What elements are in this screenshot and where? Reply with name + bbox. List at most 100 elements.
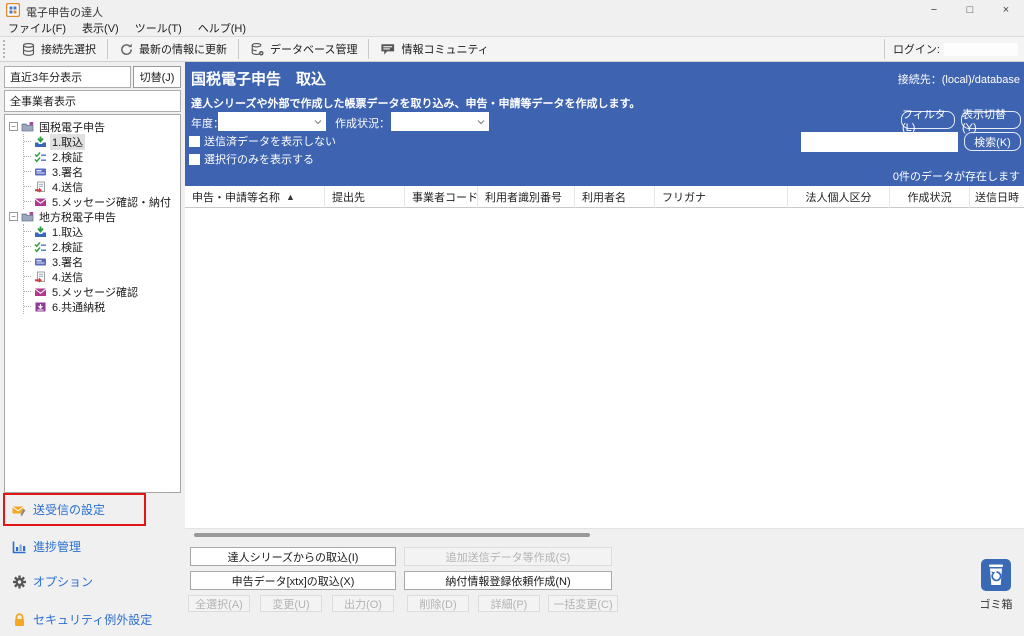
checkbox-label: 選択行のみを表示する	[204, 154, 314, 166]
tree-item-national-verify[interactable]: 2.検証	[24, 149, 180, 164]
connect-destination-button[interactable]: 接続先選択	[10, 37, 107, 61]
menu-help[interactable]: ヘルプ(H)	[190, 20, 254, 36]
column-header-furigana[interactable]: フリガナ	[655, 186, 788, 208]
tree-item-local-message[interactable]: 5.メッセージ確認	[24, 284, 180, 299]
tree-item-national-sign[interactable]: 3.署名	[24, 164, 180, 179]
create-payment-info-button[interactable]: 納付情報登録依頼作成(N)	[404, 571, 612, 590]
window-title: 電子申告の達人	[26, 7, 103, 19]
tree-item-label[interactable]: 4.送信	[50, 269, 85, 285]
column-header-business-code[interactable]: 事業者コード	[405, 186, 478, 208]
checkbox-hide-sent-row[interactable]: 送信済データを表示しない	[189, 133, 336, 149]
trash-label: ゴミ箱	[979, 599, 1013, 611]
tree-item-label[interactable]: 5.メッセージ確認・納付	[50, 194, 173, 210]
year-dropdown[interactable]	[218, 112, 326, 131]
sidebar-link-options[interactable]: オプション	[12, 573, 93, 590]
column-header-user-name[interactable]: 利用者名	[575, 186, 655, 208]
lock-icon	[15, 612, 24, 626]
tree-item-national-message[interactable]: 5.メッセージ確認・納付	[24, 194, 180, 209]
trash-icon[interactable]	[980, 558, 1012, 592]
main-content: 国税電子申告 取込 達人シリーズや外部で作成した帳票データを取り込み、申告・申請…	[185, 62, 1024, 636]
checkbox[interactable]	[189, 153, 200, 165]
select-all-button: 全選択(A)	[188, 595, 250, 612]
minimize-button[interactable]: −	[916, 0, 952, 20]
page-subtitle: 達人シリーズや外部で作成した帳票データを取り込み、申告・申請等データを作成します…	[191, 98, 641, 110]
send-receive-settings-icon	[12, 506, 26, 516]
page-title: 国税電子申告 取込	[191, 71, 327, 88]
menu-tools[interactable]: ツール(T)	[127, 20, 190, 36]
database-manage-button[interactable]: データベース管理	[239, 37, 368, 61]
tree-root-national-tax[interactable]: − 国税電子申告	[9, 119, 180, 134]
tree-root-label[interactable]: 地方税電子申告	[37, 209, 118, 225]
creation-status-dropdown[interactable]	[391, 112, 489, 131]
tree-item-label[interactable]: 5.メッセージ確認	[50, 284, 140, 300]
tree-item-label[interactable]: 3.署名	[50, 164, 85, 180]
toolbar-right: ログイン:	[883, 37, 1024, 61]
import-icon	[35, 136, 46, 147]
table-body-empty[interactable]	[185, 208, 1024, 528]
toolbar-item-label: 接続先選択	[41, 44, 96, 56]
tree-item-label[interactable]: 2.検証	[50, 149, 85, 165]
tree-item-label[interactable]: 3.署名	[50, 254, 85, 270]
sidebar-link-progress-management[interactable]: 進捗管理	[12, 538, 81, 555]
column-header-user-id[interactable]: 利用者識別番号	[478, 186, 575, 208]
sidebar-link-send-receive-settings[interactable]: 送受信の設定	[12, 501, 105, 518]
tree-item-local-sign[interactable]: 3.署名	[24, 254, 180, 269]
verify-icon	[34, 241, 46, 252]
all-business-display-box[interactable]: 全事業者表示	[4, 90, 181, 112]
collapse-icon[interactable]: −	[9, 122, 18, 131]
switch-button[interactable]: 切替(J)	[133, 66, 181, 88]
tree-item-label[interactable]: 4.送信	[50, 179, 85, 195]
tree-panel[interactable]: − 国税電子申告 1.取込 2.検証 3.署名 4.送信 5.メッセージ確認・納…	[4, 114, 181, 493]
tree-item-label[interactable]: 6.共通納税	[50, 299, 107, 315]
tree-item-label[interactable]: 1.取込	[50, 224, 85, 240]
progress-chart-icon	[12, 541, 26, 553]
tree-item-label[interactable]: 2.検証	[50, 239, 85, 255]
database-icon	[22, 42, 35, 56]
collapse-icon[interactable]: −	[9, 212, 18, 221]
maximize-button[interactable]: □	[952, 0, 988, 20]
toolbar: 接続先選択 最新の情報に更新 データベース管理 情報コミュニティ ログイン:	[0, 36, 1024, 62]
sidebar-link-security-exception[interactable]: セキュリティ例外設定	[12, 611, 152, 628]
toolbar-grip[interactable]	[3, 40, 6, 58]
tree-root-label[interactable]: 国税電子申告	[37, 119, 107, 135]
menu-view[interactable]: 表示(V)	[74, 20, 127, 36]
chevron-down-icon	[477, 119, 485, 124]
tree-children-national: 1.取込 2.検証 3.署名 4.送信 5.メッセージ確認・納付	[23, 133, 180, 209]
app-window: 電子申告の達人 − □ × ファイル(F) 表示(V) ツール(T) ヘルプ(H…	[0, 0, 1024, 636]
tree-item-local-common-tax[interactable]: 6.共通納税	[24, 299, 180, 314]
import-from-tatsujin-button[interactable]: 達人シリーズからの取込(I)	[190, 547, 396, 566]
scrollbar-thumb[interactable]	[194, 533, 590, 537]
column-header-entity-type[interactable]: 法人個人区分	[788, 186, 890, 208]
column-header-send-datetime[interactable]: 送信日時	[970, 186, 1024, 208]
menu-file[interactable]: ファイル(F)	[0, 20, 74, 36]
tree-item-local-import[interactable]: 1.取込	[24, 224, 180, 239]
search-button[interactable]: 検索(K)	[964, 132, 1021, 151]
sidebar-link-label[interactable]: 進捗管理	[33, 538, 81, 555]
tax-payment-icon	[35, 302, 46, 311]
column-header-creation-status[interactable]: 作成状況	[890, 186, 970, 208]
sidebar-link-label[interactable]: セキュリティ例外設定	[33, 611, 152, 628]
sidebar-link-label[interactable]: 送受信の設定	[33, 501, 105, 518]
info-community-button[interactable]: 情報コミュニティ	[369, 37, 499, 61]
import-xtx-data-button[interactable]: 申告データ[xtx]の取込(X)	[190, 571, 396, 590]
tree-item-local-send[interactable]: 4.送信	[24, 269, 180, 284]
tree-item-national-import[interactable]: 1.取込	[24, 133, 180, 150]
tree-item-local-verify[interactable]: 2.検証	[24, 239, 180, 254]
checkbox[interactable]	[189, 135, 200, 147]
horizontal-scrollbar[interactable]	[185, 528, 1024, 540]
sidebar-link-label[interactable]: オプション	[33, 573, 93, 590]
tree-item-label[interactable]: 1.取込	[50, 133, 86, 150]
filter-button[interactable]: フィルタ(L)	[901, 109, 955, 134]
column-header-name[interactable]: 申告・申請等名称 ▲	[185, 186, 325, 208]
period-display-box[interactable]: 直近3年分表示	[4, 66, 131, 88]
column-header-destination[interactable]: 提出先	[325, 186, 405, 208]
tree-root-local-tax[interactable]: − 地方税電子申告	[9, 209, 180, 224]
tree-item-national-send[interactable]: 4.送信	[24, 179, 180, 194]
checkbox-selected-only-row[interactable]: 選択行のみを表示する	[189, 151, 314, 167]
mail-icon	[34, 288, 47, 296]
view-toggle-button[interactable]: 表示切替(Y)	[961, 109, 1021, 134]
refresh-button[interactable]: 最新の情報に更新	[108, 37, 238, 61]
close-button[interactable]: ×	[988, 0, 1024, 20]
creation-status-label: 作成状況：	[335, 118, 390, 130]
search-input[interactable]	[801, 132, 958, 152]
